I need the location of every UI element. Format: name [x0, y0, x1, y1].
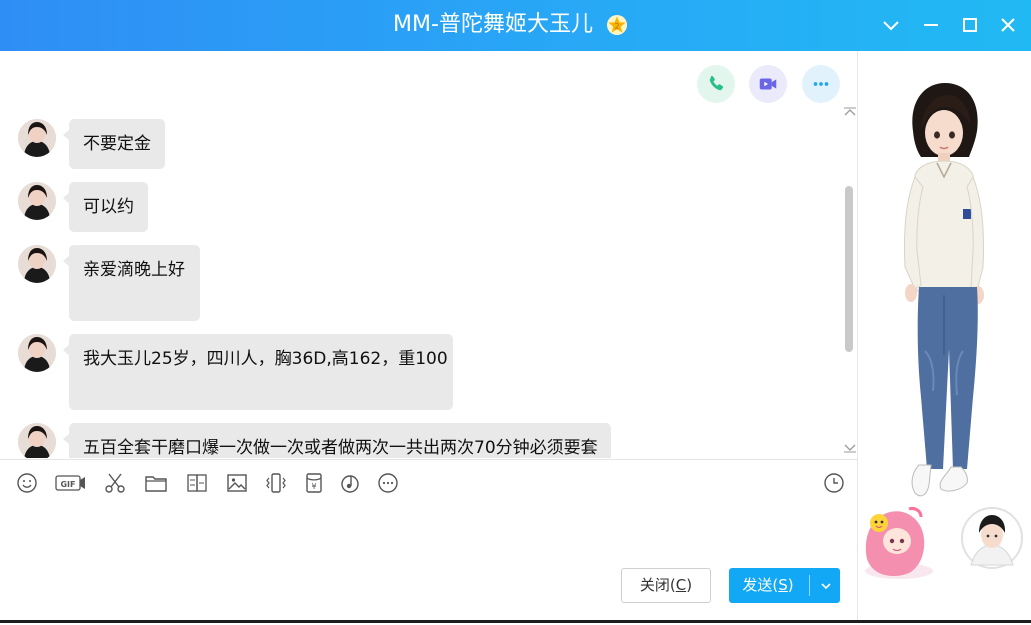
message-bubble: 亲爱滴晚上好: [63, 245, 200, 321]
chat-panel: 不要定金 可以约 亲爱滴晚上好 我大玉儿25岁，四川人，胸36D,高162，重1…: [0, 51, 858, 621]
red-packet-icon[interactable]: ¥: [301, 470, 327, 496]
send-label-text: 发送(: [742, 576, 779, 594]
phone-icon: [709, 75, 724, 91]
character-show-illustration[interactable]: [859, 51, 1031, 621]
shake-icon[interactable]: [263, 470, 289, 496]
message-bubble: 我大玉儿25岁，四川人，胸36D,高162，重100: [63, 334, 453, 410]
chevron-down-icon: [821, 582, 831, 589]
send-button[interactable]: 发送(S): [729, 568, 840, 603]
minimize-icon[interactable]: [917, 11, 945, 39]
close-button[interactable]: 关闭(C): [621, 568, 711, 603]
avatar[interactable]: [18, 119, 56, 157]
image-icon[interactable]: [224, 470, 250, 496]
close-hotkey: C: [675, 576, 687, 594]
history-clock-icon[interactable]: [821, 470, 847, 496]
folder-icon[interactable]: [143, 470, 169, 496]
star-badge-icon[interactable]: 2: [606, 14, 628, 36]
input-toolbar: GIF ¥: [0, 459, 858, 503]
send-label-suffix: ): [787, 576, 794, 594]
message-list[interactable]: 不要定金 可以约 亲爱滴晚上好 我大玉儿25岁，四川人，胸36D,高162，重1…: [0, 109, 858, 458]
close-icon[interactable]: [994, 11, 1022, 39]
screenshot-scissors-icon[interactable]: [102, 470, 128, 496]
svg-text:GIF: GIF: [60, 480, 75, 489]
send-divider: [809, 575, 810, 596]
scroll-down-icon[interactable]: [843, 443, 857, 453]
video-icon: [759, 78, 777, 90]
more-actions-button[interactable]: [802, 65, 840, 103]
avatar[interactable]: [18, 334, 56, 372]
avatar: [961, 507, 1023, 569]
emoji-icon[interactable]: [14, 470, 40, 496]
video-call-button[interactable]: [749, 65, 787, 103]
more-icon: [813, 82, 829, 86]
send-label: 发送(S): [729, 568, 807, 603]
scroll-up-icon[interactable]: [843, 107, 857, 117]
message-input[interactable]: [0, 503, 858, 563]
send-options-button[interactable]: [813, 568, 839, 603]
maximize-icon[interactable]: [956, 11, 984, 39]
svg-text:2: 2: [614, 22, 619, 31]
send-hotkey: S: [778, 576, 788, 594]
svg-text:¥: ¥: [311, 482, 316, 491]
show-avatar-panel: [859, 51, 1031, 621]
message-bubble: 不要定金: [63, 119, 165, 169]
music-icon[interactable]: [337, 470, 363, 496]
scrollbar-thumb[interactable]: [845, 186, 853, 352]
title-bar: MM-普陀舞姬大玉儿 2: [0, 0, 1031, 51]
avatar[interactable]: [18, 182, 56, 220]
doc-icon[interactable]: [184, 470, 210, 496]
chevron-down-icon[interactable]: [877, 11, 905, 39]
voice-call-button[interactable]: [697, 65, 735, 103]
message-bubble: 可以约: [63, 182, 148, 232]
contact-name: MM-普陀舞姬大玉儿: [393, 12, 593, 37]
message-bubble: 五百全套干磨口爆一次做一次或者做两次一共出两次70分钟必须要套: [63, 423, 611, 458]
chat-top-actions: [0, 51, 858, 109]
gif-icon[interactable]: GIF: [55, 470, 87, 496]
avatar[interactable]: [18, 245, 56, 283]
more-icon[interactable]: [375, 470, 401, 496]
pet-character: [865, 507, 933, 579]
avatar[interactable]: [18, 423, 56, 458]
close-label: 关闭(: [639, 576, 676, 594]
close-label-suffix: ): [686, 576, 693, 594]
